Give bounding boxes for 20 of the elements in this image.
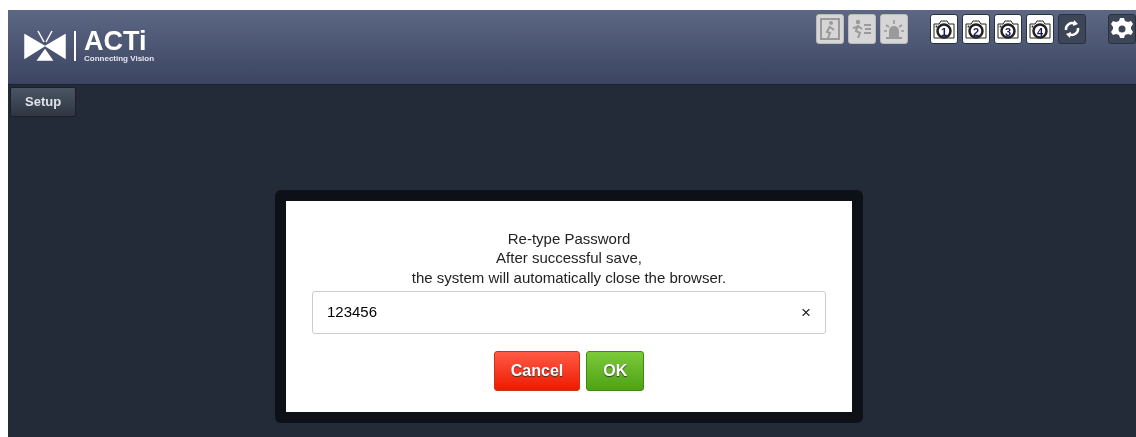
camera-snapshot-button[interactable]: 2 xyxy=(962,14,990,44)
divider-icon xyxy=(74,30,76,61)
dialog-message: Re-type Password After successful save, the system will automatically close the browser. xyxy=(410,228,728,287)
door-figure-icon xyxy=(820,18,840,40)
tagline: Connecting Vision xyxy=(84,55,155,63)
password-field[interactable]: 123456 × xyxy=(312,291,826,334)
settings-button[interactable] xyxy=(1108,14,1136,44)
camera-snapshot-button[interactable]: 1 xyxy=(930,14,958,44)
setup-tab[interactable]: Setup xyxy=(10,87,77,117)
running-person-icon xyxy=(851,18,873,40)
refresh-button[interactable] xyxy=(1058,14,1086,44)
siren-icon xyxy=(883,18,905,40)
clear-button[interactable]: × xyxy=(801,304,811,321)
cancel-button[interactable]: Cancel xyxy=(493,351,581,391)
camera-snapshot-button[interactable]: 3 xyxy=(994,14,1022,44)
settings-icon xyxy=(1110,17,1134,41)
camera-snapshot-button[interactable]: 4 xyxy=(1026,14,1054,44)
refresh-icon xyxy=(1062,18,1082,40)
butterfly-logo-icon xyxy=(24,29,66,62)
logo-text: ACTi xyxy=(84,28,148,55)
